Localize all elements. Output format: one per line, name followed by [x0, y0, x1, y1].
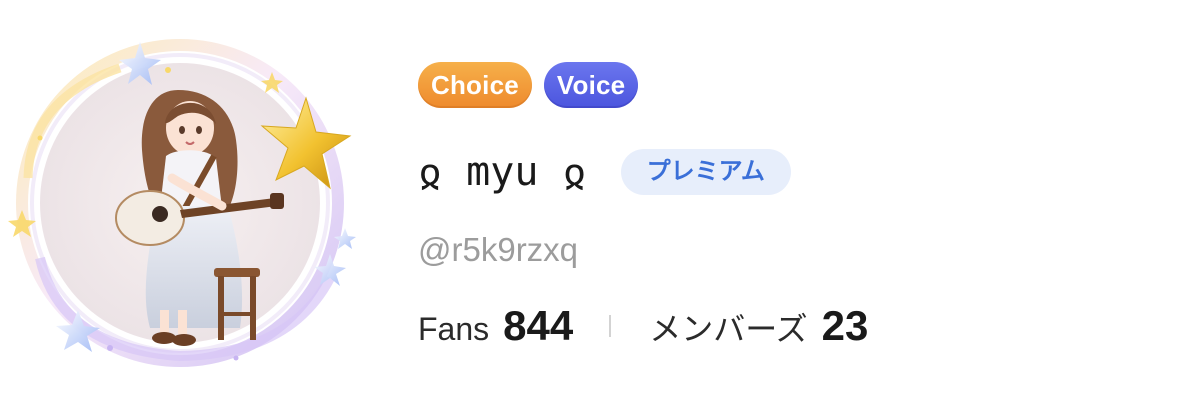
- avatar-image: [8, 39, 356, 367]
- stats-row: Fans 844 メンバーズ 23: [418, 302, 868, 350]
- user-handle: @r5k9rzxq: [418, 231, 579, 268]
- avatar[interactable]: [0, 28, 380, 378]
- members-count[interactable]: 23: [822, 302, 869, 350]
- choice-badge[interactable]: Choice: [418, 62, 532, 108]
- stats-divider: [609, 315, 612, 337]
- premium-tag[interactable]: プレミアム: [620, 149, 791, 195]
- name-row: ჲ myu ჲ プレミアム: [418, 146, 791, 198]
- badge-row: Choice Voice: [418, 62, 639, 108]
- display-name: ჲ myu ჲ: [418, 149, 587, 195]
- voice-badge[interactable]: Voice: [543, 62, 639, 108]
- members-label[interactable]: メンバーズ: [649, 304, 807, 350]
- fans-count[interactable]: 844: [503, 302, 573, 350]
- fans-label[interactable]: Fans: [418, 311, 489, 348]
